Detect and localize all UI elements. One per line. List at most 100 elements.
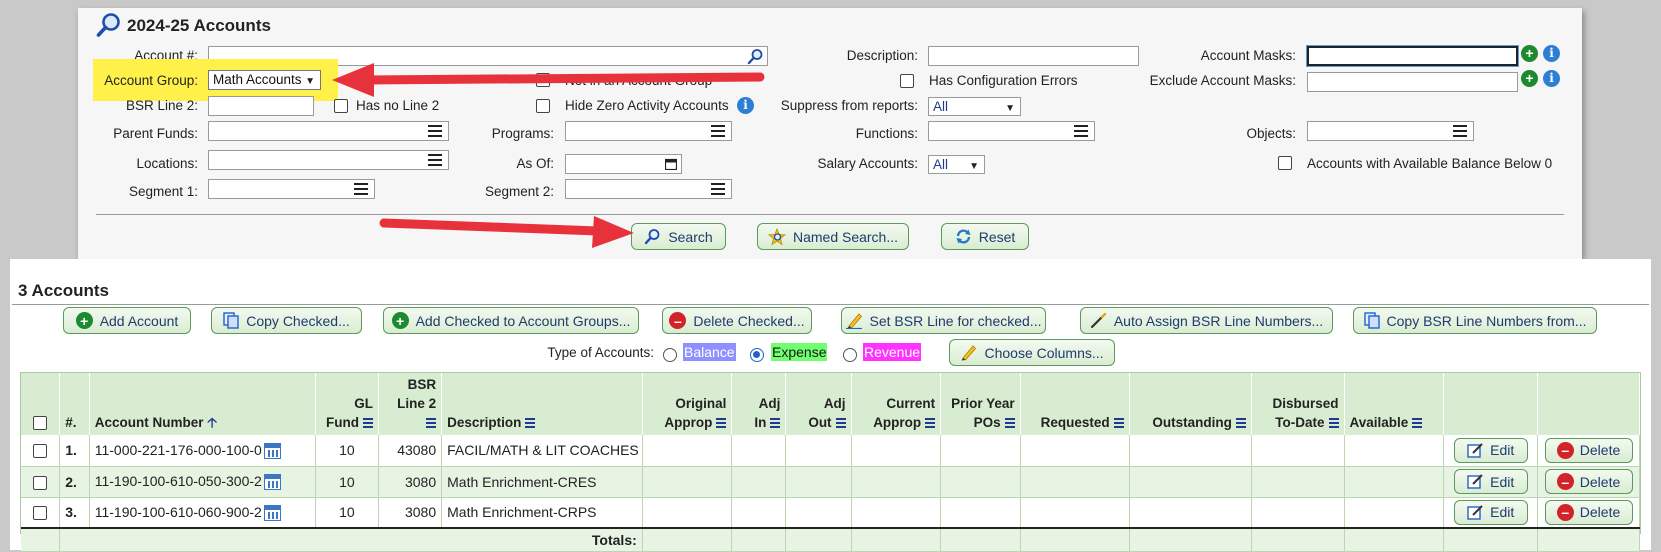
col-gl-fund[interactable]: GL Fund	[315, 373, 379, 435]
sort-up-icon[interactable]: 🡡	[207, 415, 217, 430]
col-adj-in-line2: In	[754, 415, 767, 430]
col-adj-in[interactable]: Adj In	[731, 373, 787, 435]
parent-funds-input[interactable]	[208, 121, 449, 141]
segment-2-input[interactable]	[565, 179, 732, 199]
col-outstanding[interactable]: Outstanding	[1129, 373, 1252, 435]
description-input[interactable]	[928, 46, 1139, 66]
auto-assign-bsr-button[interactable]: Auto Assign BSR Line Numbers...	[1080, 307, 1333, 334]
col-prior-year-pos[interactable]: Prior Year POs	[940, 373, 1021, 435]
col-current-line2: Approp	[873, 415, 922, 430]
reset-button[interactable]: Reset	[941, 223, 1029, 250]
menu-icon[interactable]	[711, 183, 725, 195]
suppress-from-reports-select[interactable]: All ▼	[928, 97, 1021, 116]
bsr-line-2-input[interactable]	[208, 96, 314, 116]
revenue-type-label: Revenue	[863, 343, 922, 361]
segment-1-input[interactable]	[208, 179, 375, 199]
col-description[interactable]: Description	[441, 373, 643, 435]
account-masks-info-icon[interactable]: i	[1543, 45, 1560, 62]
objects-input[interactable]	[1307, 121, 1474, 141]
column-menu-icon[interactable]	[525, 418, 536, 429]
account-number-link[interactable]: 11-000-221-176-000-100-0	[95, 442, 262, 458]
named-search-button[interactable]: Named Search...	[757, 223, 909, 250]
column-menu-icon[interactable]	[835, 418, 846, 429]
col-available[interactable]: Available	[1344, 373, 1445, 435]
edit-button[interactable]: Edit	[1453, 469, 1528, 494]
column-menu-icon[interactable]	[362, 418, 373, 429]
col-requested[interactable]: Requested	[1020, 373, 1130, 435]
col-disbursed[interactable]: Disbursed To-Date	[1251, 373, 1345, 435]
add-to-groups-button[interactable]: + Add Checked to Account Groups...	[383, 307, 639, 334]
calendar-icon[interactable]	[263, 504, 281, 521]
expense-radio[interactable]	[750, 348, 764, 362]
row-checkbox[interactable]	[33, 475, 48, 490]
choose-columns-button[interactable]: Choose Columns...	[949, 339, 1115, 366]
column-menu-icon[interactable]	[1235, 418, 1246, 429]
search-button[interactable]: Search	[631, 223, 726, 250]
column-menu-icon[interactable]	[1004, 418, 1015, 429]
edit-label: Edit	[1490, 504, 1515, 521]
menu-icon[interactable]	[1074, 125, 1088, 137]
hide-zero-activity-checkbox[interactable]	[536, 99, 550, 113]
account-masks-input[interactable]	[1307, 46, 1518, 66]
col-account-number[interactable]: Account Number 🡡	[89, 373, 316, 435]
exclude-account-masks-input[interactable]	[1307, 72, 1518, 92]
menu-icon[interactable]	[354, 183, 368, 195]
edit-button[interactable]: Edit	[1453, 499, 1528, 525]
delete-button[interactable]: – Delete	[1544, 469, 1633, 494]
col-current-approp[interactable]: Current Approp	[851, 373, 942, 435]
calendar-icon[interactable]	[665, 158, 677, 170]
add-account-button[interactable]: + Add Account	[63, 307, 191, 334]
balance-radio[interactable]	[663, 348, 677, 362]
column-menu-icon[interactable]	[1113, 418, 1124, 429]
calendar-icon[interactable]	[263, 474, 281, 491]
column-menu-icon[interactable]	[426, 418, 437, 429]
add-account-mask-icon[interactable]: +	[1521, 45, 1538, 62]
select-all-checkbox[interactable]	[33, 416, 48, 431]
col-requested-label: Requested	[1040, 415, 1110, 430]
table-row: 2. 11-190-100-610-050-300-2 10 3080 Math Enr…	[21, 466, 1640, 498]
row-checkbox[interactable]	[33, 444, 48, 459]
delete-button[interactable]: – Delete	[1544, 437, 1633, 463]
not-in-account-group-label: Not in an Account Group	[565, 73, 713, 88]
calendar-icon[interactable]	[263, 442, 281, 459]
column-menu-icon[interactable]	[1412, 418, 1423, 429]
table-row: 1. 11-000-221-176-000-100-0 10 43080 FACIL/M…	[21, 435, 1640, 467]
gl-fund-cell: 10	[315, 435, 379, 467]
edit-button[interactable]: Edit	[1453, 437, 1528, 463]
set-bsr-line-button[interactable]: Set BSR Line for checked...	[841, 307, 1046, 334]
copy-checked-button[interactable]: Copy Checked...	[211, 307, 362, 334]
add-exclude-mask-icon[interactable]: +	[1521, 70, 1538, 87]
row-number: 3.	[59, 497, 90, 529]
col-original-approp[interactable]: Original Approp	[642, 373, 733, 435]
not-in-account-group-checkbox[interactable]	[536, 73, 550, 87]
menu-icon[interactable]	[1453, 125, 1467, 137]
revenue-radio[interactable]	[843, 348, 857, 362]
salary-accounts-select[interactable]: All ▼	[928, 155, 985, 174]
col-adj-out[interactable]: Adj Out	[785, 373, 852, 435]
row-checkbox[interactable]	[33, 506, 48, 521]
as-of-date-input[interactable]	[565, 154, 682, 174]
chevron-down-icon: ▼	[1005, 103, 1015, 114]
delete-checked-label: Delete Checked...	[693, 312, 805, 329]
exclude-masks-info-icon[interactable]: i	[1543, 70, 1560, 87]
delete-checked-button[interactable]: – Delete Checked...	[662, 307, 812, 334]
column-menu-icon[interactable]	[770, 418, 781, 429]
account-search-icon[interactable]	[747, 48, 764, 65]
account-group-select[interactable]: Math Accounts ▼	[208, 70, 321, 90]
delete-button[interactable]: – Delete	[1544, 499, 1633, 525]
has-configuration-errors-checkbox[interactable]	[900, 74, 914, 88]
account-number-link[interactable]: 11-190-100-610-060-900-2	[95, 504, 262, 520]
menu-icon[interactable]	[711, 125, 725, 137]
column-menu-icon[interactable]	[925, 418, 936, 429]
reset-label: Reset	[978, 228, 1016, 245]
column-menu-icon[interactable]	[1328, 418, 1339, 429]
has-no-line-2-checkbox[interactable]	[334, 99, 348, 113]
programs-input[interactable]	[565, 121, 732, 141]
locations-input[interactable]	[208, 150, 449, 170]
functions-input[interactable]	[928, 121, 1095, 141]
copy-bsr-button[interactable]: Copy BSR Line Numbers from...	[1353, 307, 1597, 334]
col-bsr[interactable]: BSR Line 2	[378, 373, 443, 435]
accounts-below-zero-checkbox[interactable]	[1278, 156, 1292, 170]
column-menu-icon[interactable]	[716, 418, 727, 429]
account-number-link[interactable]: 11-190-100-610-050-300-2	[95, 473, 262, 489]
